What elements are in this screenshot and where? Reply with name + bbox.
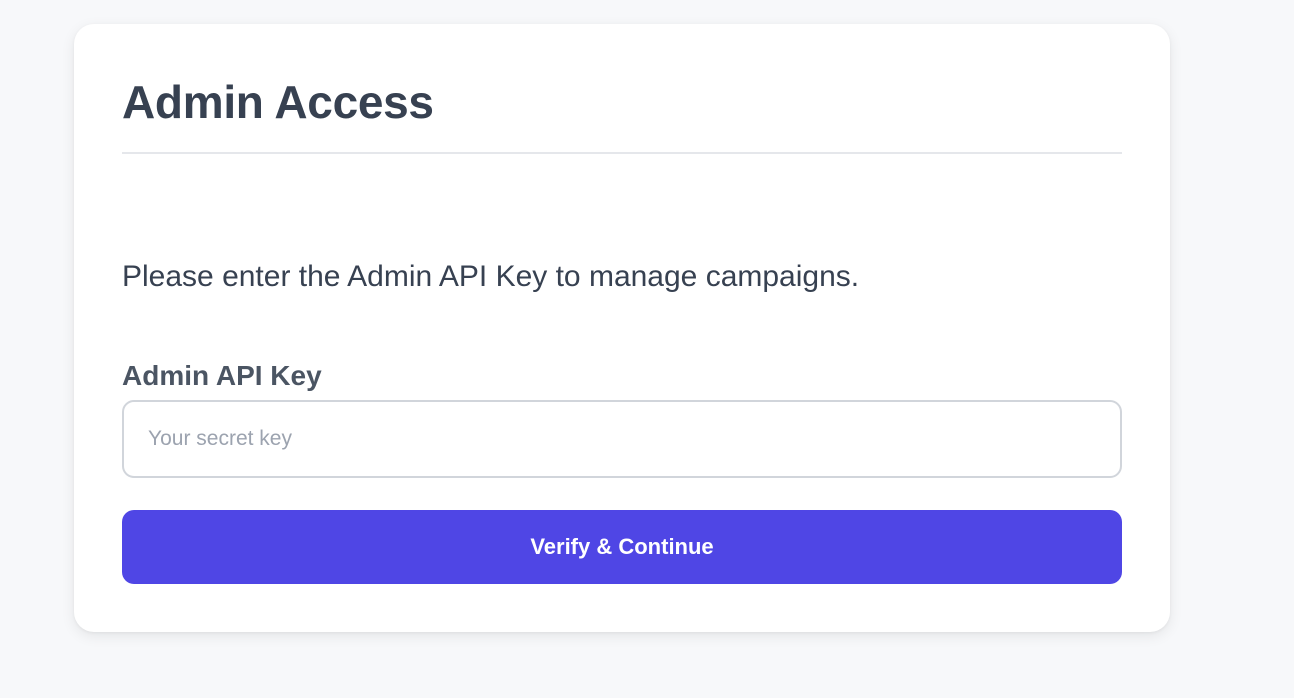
title-divider	[122, 152, 1122, 154]
page-title: Admin Access	[122, 76, 434, 128]
api-key-label: Admin API Key	[122, 360, 322, 391]
instructions-text: Please enter the Admin API Key to manage…	[122, 260, 860, 293]
admin-access-card: Admin Access Please enter the Admin API …	[74, 24, 1170, 632]
verify-continue-button[interactable]: Verify & Continue	[122, 510, 1122, 584]
api-key-input[interactable]	[122, 400, 1122, 478]
